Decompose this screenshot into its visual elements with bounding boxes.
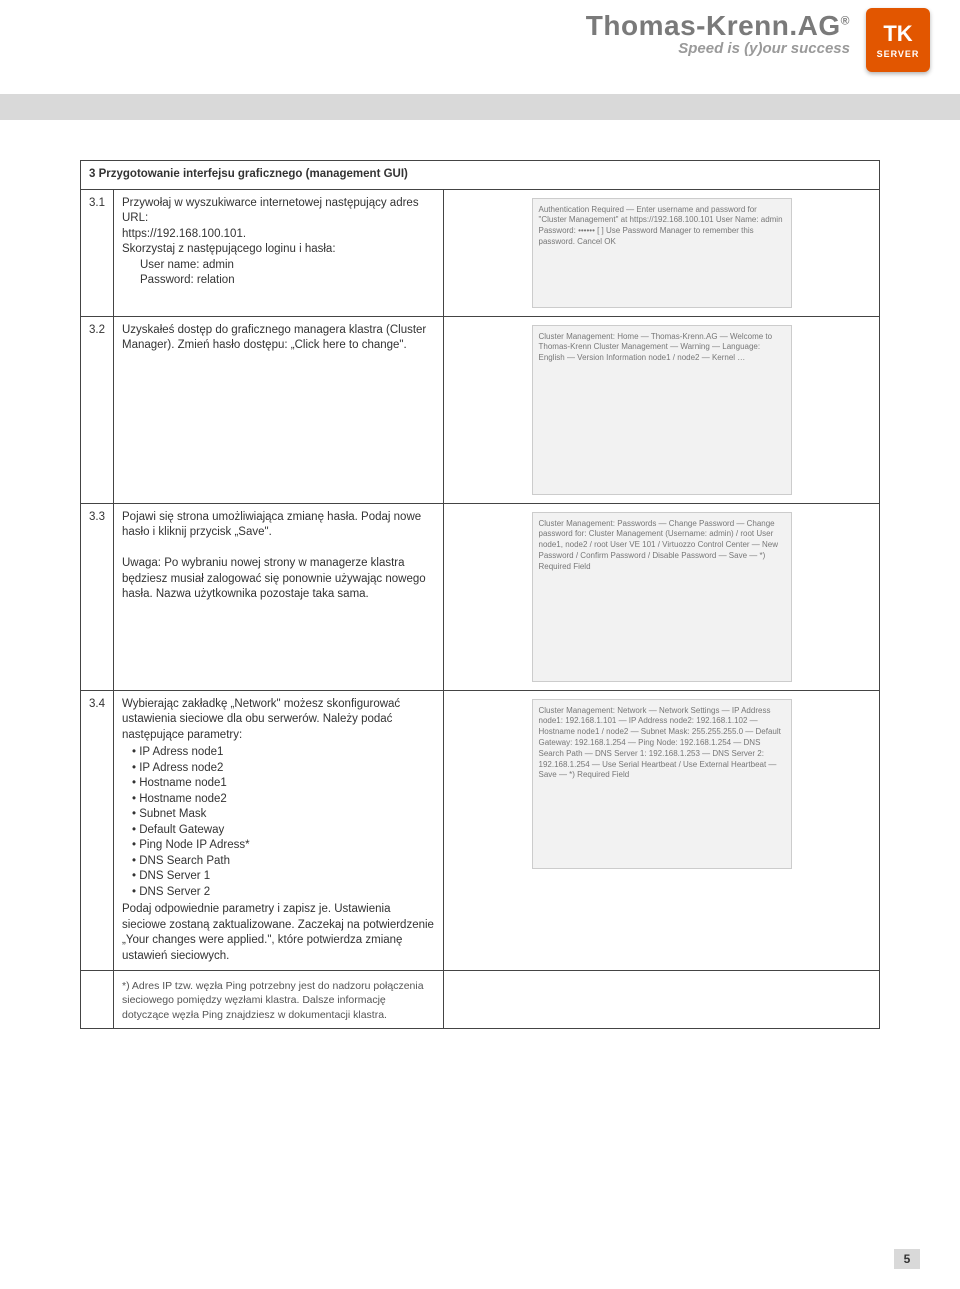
step-3-4-p1: Wybierając zakładkę „Network" możesz sko…: [122, 697, 435, 744]
step-3-1-pass: Password: relation: [140, 273, 435, 289]
badge-bottom: SERVER: [877, 49, 920, 59]
step-text: Wybierając zakładkę „Network" możesz sko…: [114, 690, 444, 971]
instruction-table: 3 Przygotowanie interfejsu graficznego (…: [80, 160, 880, 1029]
step-3-4-p2: Podaj odpowiednie parametry i zapisz je.…: [122, 902, 435, 964]
param-item: Hostname node1: [132, 776, 435, 792]
header-gray-bar: [0, 94, 960, 120]
page-number: 5: [894, 1249, 920, 1269]
screenshot-passwords-hint: Cluster Management: Passwords — Change P…: [533, 513, 791, 579]
section-title-text: Przygotowanie interfejsu graficznego (ma…: [99, 168, 408, 180]
badge-top: TK: [883, 21, 912, 47]
brand-name: Thomas-Krenn.AG®: [586, 10, 850, 42]
section-title-row: 3 Przygotowanie interfejsu graficznego (…: [81, 161, 880, 190]
param-item: DNS Search Path: [132, 854, 435, 870]
footnote-empty-img: [444, 971, 880, 1029]
step-text: Pojawi się strona umożliwiająca zmianę h…: [114, 503, 444, 690]
footnote-cell: *) Adres IP tzw. węzła Ping potrzebny je…: [114, 971, 444, 1029]
param-item: DNS Server 1: [132, 869, 435, 885]
param-item: Default Gateway: [132, 823, 435, 839]
step-number: 3.3: [81, 503, 114, 690]
step-3-1-user: User name: admin: [140, 258, 435, 274]
row-3-4: 3.4 Wybierając zakładkę „Network" możesz…: [81, 690, 880, 971]
param-item: DNS Server 2: [132, 885, 435, 901]
step-screenshot-cell: Authentication Required — Enter username…: [444, 189, 880, 316]
screenshot-auth-dialog: Authentication Required — Enter username…: [532, 198, 792, 308]
uwaga-body: Po wybraniu nowej strony w managerze kla…: [122, 557, 426, 600]
footnote-empty-num: [81, 971, 114, 1029]
param-item: Subnet Mask: [132, 807, 435, 823]
row-3-3: 3.3 Pojawi się strona umożliwiająca zmia…: [81, 503, 880, 690]
uwaga-label: Uwaga:: [122, 557, 161, 569]
screenshot-cluster-home-hint: Cluster Management: Home — Thomas-Krenn.…: [533, 326, 791, 370]
param-item: Hostname node2: [132, 792, 435, 808]
step-3-1-p2: Skorzystaj z następującego loginu i hasł…: [122, 242, 435, 258]
page-content: 3 Przygotowanie interfejsu graficznego (…: [80, 160, 880, 1029]
footnote-text: *) Adres IP tzw. węzła Ping potrzebny je…: [122, 979, 435, 1022]
tk-server-badge: TK SERVER: [866, 8, 930, 72]
step-3-2-p1: Uzyskałeś dostęp do graficznego managera…: [122, 323, 435, 354]
step-number: 3.2: [81, 316, 114, 503]
step-3-3-uwaga: Uwaga: Po wybraniu nowej strony w manage…: [122, 556, 435, 603]
section-number: 3: [89, 168, 95, 180]
step-3-3-p1: Pojawi się strona umożliwiająca zmianę h…: [122, 510, 435, 541]
brand-tagline: Speed is (y)our success: [586, 40, 850, 57]
param-item: Ping Node IP Adress*: [132, 838, 435, 854]
screenshot-cluster-home: Cluster Management: Home — Thomas-Krenn.…: [532, 325, 792, 495]
step-number: 3.4: [81, 690, 114, 971]
screenshot-network-page: Cluster Management: Network — Network Se…: [532, 699, 792, 869]
screenshot-passwords-page: Cluster Management: Passwords — Change P…: [532, 512, 792, 682]
step-text: Przywołaj w wyszukiwarce internetowej na…: [114, 189, 444, 316]
step-screenshot-cell: Cluster Management: Home — Thomas-Krenn.…: [444, 316, 880, 503]
screenshot-network-hint: Cluster Management: Network — Network Se…: [533, 700, 791, 788]
brand-text: Thomas-Krenn.AG: [586, 10, 841, 41]
network-params-list: IP Adress node1 IP Adress node2 Hostname…: [132, 745, 435, 900]
step-screenshot-cell: Cluster Management: Passwords — Change P…: [444, 503, 880, 690]
step-text: Uzyskałeś dostęp do graficznego managera…: [114, 316, 444, 503]
param-item: IP Adress node1: [132, 745, 435, 761]
brand-logo-block: Thomas-Krenn.AG® Speed is (y)our success: [586, 10, 850, 57]
screenshot-auth-dialog-hint: Authentication Required — Enter username…: [533, 199, 791, 254]
section-title-cell: 3 Przygotowanie interfejsu graficznego (…: [81, 161, 880, 190]
row-footnote: *) Adres IP tzw. węzła Ping potrzebny je…: [81, 971, 880, 1029]
step-screenshot-cell: Cluster Management: Network — Network Se…: [444, 690, 880, 971]
step-number: 3.1: [81, 189, 114, 316]
row-3-2: 3.2 Uzyskałeś dostęp do graficznego mana…: [81, 316, 880, 503]
brand-registered: ®: [841, 14, 850, 28]
step-3-1-p1: Przywołaj w wyszukiwarce internetowej na…: [122, 196, 435, 227]
step-3-1-url: https://192.168.100.101.: [122, 227, 435, 243]
param-item: IP Adress node2: [132, 761, 435, 777]
row-3-1: 3.1 Przywołaj w wyszukiwarce internetowe…: [81, 189, 880, 316]
